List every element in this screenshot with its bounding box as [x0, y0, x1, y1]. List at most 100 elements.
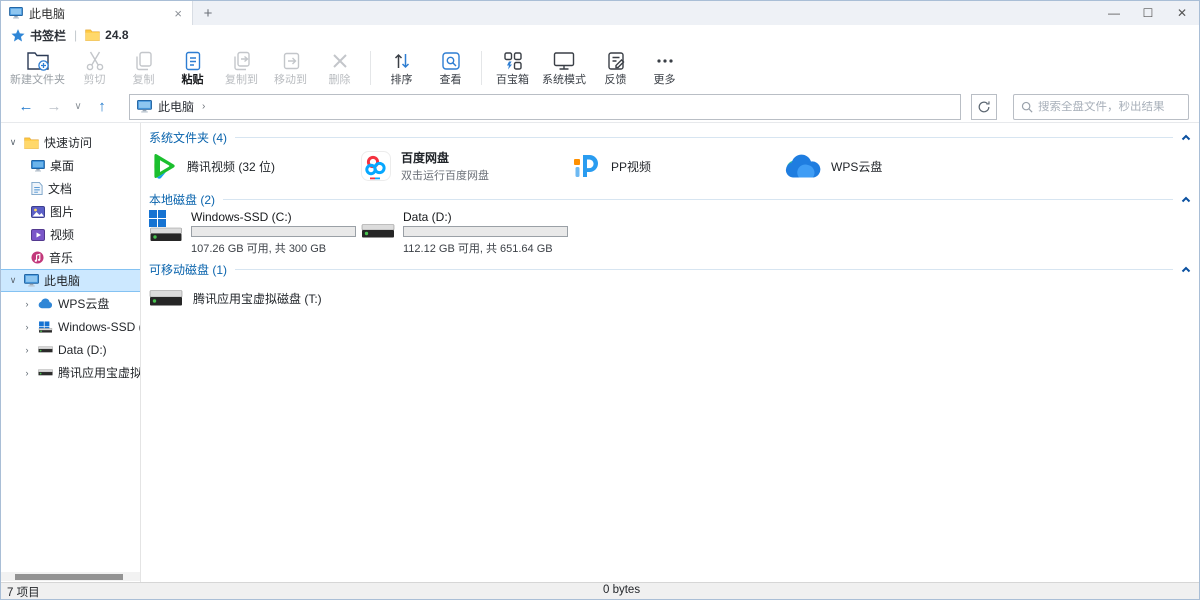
- tencent-video-icon: [149, 152, 177, 180]
- toolbox-button[interactable]: 百宝箱: [488, 46, 537, 90]
- tab-bar: 此电脑 × + — ☐ ✕: [1, 1, 1199, 25]
- view-icon: [440, 50, 462, 72]
- file-item-drive-c[interactable]: Windows-SSD (C:) 107.26 GB 可用, 共 300 GB: [149, 210, 361, 256]
- collapse-caret-icon[interactable]: [1181, 134, 1191, 141]
- new-folder-icon: [26, 50, 50, 72]
- sidebar-item-drive-c[interactable]: › Windows-SSD (C:): [1, 315, 140, 338]
- sidebar-item-drive-t[interactable]: › 腾讯应用宝虚拟磁盘 (T:): [1, 361, 140, 384]
- file-item-pp-video[interactable]: PP视频: [573, 152, 785, 180]
- breadcrumb-chevron-icon[interactable]: ›: [200, 101, 205, 112]
- sidebar-item-quick-access[interactable]: ∨ 快速访问: [1, 131, 140, 154]
- file-item-wps-cloud[interactable]: WPS云盘: [785, 154, 997, 178]
- close-button[interactable]: ✕: [1165, 1, 1199, 25]
- copy-button[interactable]: 复制: [119, 46, 168, 90]
- system-mode-icon: [552, 50, 576, 72]
- sidebar-item-pictures[interactable]: 图片: [1, 200, 140, 223]
- more-button[interactable]: 更多: [640, 46, 689, 90]
- video-icon: [31, 229, 45, 241]
- view-button[interactable]: 查看: [426, 46, 475, 90]
- address-bar[interactable]: 此电脑 ›: [129, 94, 961, 120]
- search-box[interactable]: [1013, 94, 1189, 120]
- bookmark-folder-icon[interactable]: [85, 29, 100, 41]
- forward-button[interactable]: →: [43, 96, 65, 118]
- sidebar-item-desktop[interactable]: 桌面: [1, 154, 140, 177]
- bookmark-star-icon[interactable]: [11, 29, 25, 42]
- cut-button[interactable]: 剪切: [70, 46, 119, 90]
- bookmark-folder-label[interactable]: 24.8: [105, 28, 128, 42]
- drive-icon: [361, 210, 395, 238]
- chevron-right-icon[interactable]: ›: [21, 345, 33, 355]
- collapse-caret-icon[interactable]: [1181, 266, 1191, 273]
- chevron-down-icon[interactable]: ∨: [7, 275, 19, 286]
- desktop-icon: [31, 160, 45, 172]
- sidebar-item-drive-d[interactable]: › Data (D:): [1, 338, 140, 361]
- refresh-icon: [977, 100, 991, 114]
- file-item-drive-d[interactable]: Data (D:) 112.12 GB 可用, 共 651.64 GB: [361, 210, 573, 256]
- wps-cloud-icon: [785, 154, 821, 178]
- sort-button[interactable]: 排序: [377, 46, 426, 90]
- bookmark-bar-label[interactable]: 书签栏: [30, 27, 66, 44]
- sidebar-horizontal-scrollbar[interactable]: [1, 572, 140, 581]
- file-item-tencent-video[interactable]: 腾讯视频 (32 位): [149, 152, 361, 180]
- section-header-removable-disks: 可移动磁盘 (1): [149, 260, 1193, 278]
- copy-to-button[interactable]: 复制到: [217, 46, 266, 90]
- window-controls: — ☐ ✕: [1097, 1, 1199, 25]
- paste-button[interactable]: 粘贴: [168, 46, 217, 90]
- breadcrumb[interactable]: 此电脑: [158, 98, 194, 115]
- drive-icon: [149, 290, 183, 306]
- feedback-icon: [605, 50, 627, 72]
- search-icon: [1021, 101, 1033, 113]
- chevron-right-icon[interactable]: ›: [21, 299, 33, 309]
- selection-size: 0 bytes: [603, 584, 640, 596]
- feedback-button[interactable]: 反馈: [591, 46, 640, 90]
- toolbar-separator: [481, 51, 482, 85]
- sidebar-item-wps-cloud[interactable]: › WPS云盘: [1, 292, 140, 315]
- cut-icon: [84, 50, 106, 72]
- chevron-right-icon[interactable]: ›: [21, 322, 33, 332]
- windows-drive-icon: [149, 210, 183, 242]
- maximize-button[interactable]: ☐: [1131, 1, 1165, 25]
- folder-icon: [24, 137, 39, 149]
- system-mode-button[interactable]: 系统模式: [537, 46, 591, 90]
- sort-icon: [391, 50, 413, 72]
- picture-icon: [31, 206, 45, 218]
- tab-this-pc[interactable]: 此电脑 ×: [1, 1, 193, 25]
- sidebar-item-documents[interactable]: 文档: [1, 177, 140, 200]
- drive-icon: [38, 346, 53, 353]
- sidebar-item-videos[interactable]: 视频: [1, 223, 140, 246]
- chevron-right-icon[interactable]: ›: [21, 368, 33, 378]
- move-to-icon: [280, 50, 302, 72]
- history-dropdown-icon[interactable]: ∨: [71, 96, 85, 118]
- toolbar-separator: [370, 51, 371, 85]
- move-to-button[interactable]: 移动到: [266, 46, 315, 90]
- drive-icon: [38, 369, 53, 376]
- file-item-baidu-netdisk[interactable]: 百度网盘 双击运行百度网盘: [361, 149, 573, 183]
- sidebar-item-music[interactable]: 音乐: [1, 246, 140, 269]
- tab-close-icon[interactable]: ×: [172, 6, 184, 21]
- address-row: ← → ∨ ↑ 此电脑 ›: [1, 91, 1199, 123]
- delete-button[interactable]: 删除: [315, 46, 364, 90]
- bookmark-bar: 书签栏 | 24.8: [1, 25, 1199, 45]
- back-button[interactable]: ←: [15, 96, 37, 118]
- sidebar: ∨ 快速访问 桌面 文档 图片 视频 音乐: [1, 123, 141, 582]
- baidu-netdisk-icon: [361, 151, 391, 181]
- scrollbar-thumb[interactable]: [15, 574, 123, 580]
- refresh-button[interactable]: [971, 94, 997, 120]
- search-input[interactable]: [1038, 101, 1181, 113]
- up-button[interactable]: ↑: [91, 96, 113, 118]
- file-manager-window: 此电脑 × + — ☐ ✕ 书签栏 | 24.8 新建文件夹 剪切: [0, 0, 1200, 600]
- sidebar-item-this-pc[interactable]: ∨ 此电脑: [1, 269, 140, 292]
- file-item-drive-t[interactable]: 腾讯应用宝虚拟磁盘 (T:): [149, 290, 361, 307]
- tab-title: 此电脑: [29, 5, 166, 22]
- new-folder-button[interactable]: 新建文件夹: [5, 46, 70, 90]
- monitor-icon: [24, 274, 39, 287]
- minimize-button[interactable]: —: [1097, 1, 1131, 25]
- new-tab-button[interactable]: +: [193, 1, 223, 25]
- windows-drive-icon: [38, 321, 53, 333]
- cloud-icon: [38, 298, 53, 309]
- items-count: 7 项目: [7, 584, 40, 600]
- collapse-caret-icon[interactable]: [1181, 196, 1191, 203]
- monitor-icon: [9, 7, 23, 19]
- music-icon: [31, 251, 44, 264]
- chevron-down-icon[interactable]: ∨: [7, 137, 19, 148]
